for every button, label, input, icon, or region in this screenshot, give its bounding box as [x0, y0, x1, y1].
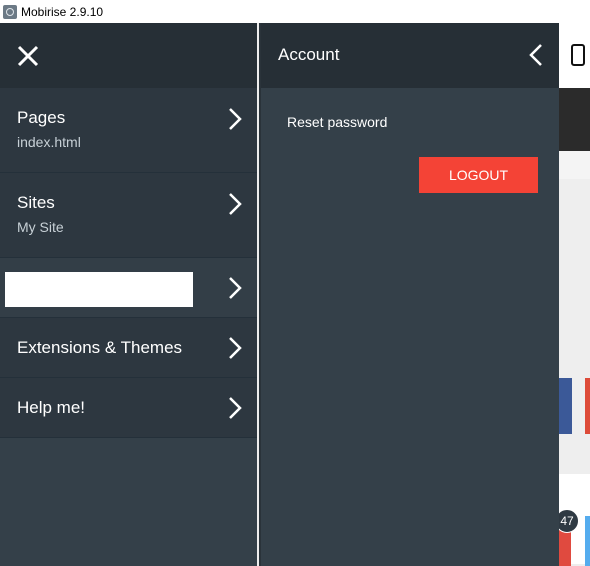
preview-blue-bottom	[585, 516, 590, 566]
menu-header	[0, 23, 257, 88]
menu-item-account[interactable]	[0, 258, 257, 318]
chevron-left-icon[interactable]	[528, 42, 544, 68]
preview-light-band	[557, 151, 590, 179]
chevron-right-icon	[229, 277, 242, 299]
menu-item-sub: My Site	[17, 219, 64, 235]
menu-item-pages[interactable]: Pages index.html	[0, 88, 257, 173]
menu-item-label: Sites	[17, 193, 55, 212]
main-menu-panel: Pages index.html Sites My Site Extension…	[0, 23, 257, 566]
menu-item-label: Pages	[17, 108, 66, 127]
account-header: Account	[261, 23, 559, 88]
account-title: Account	[278, 45, 340, 64]
chevron-right-icon	[229, 337, 242, 359]
chevron-right-icon	[229, 397, 242, 419]
menu-item-sites[interactable]: Sites My Site	[0, 173, 257, 258]
logout-button[interactable]: LOGOUT	[419, 157, 538, 193]
account-panel: Account Reset password LOGOUT	[259, 23, 559, 566]
menu-item-extensions[interactable]: Extensions & Themes	[0, 318, 257, 378]
menu-item-help[interactable]: Help me!	[0, 378, 257, 438]
chevron-right-icon	[229, 108, 242, 130]
menu-item-label: Help me!	[17, 398, 86, 417]
window-titlebar: Mobirise 2.9.10	[0, 0, 590, 23]
preview-header-band	[557, 88, 590, 151]
app-icon	[3, 4, 17, 19]
close-icon[interactable]	[15, 43, 41, 69]
menu-item-sub: index.html	[17, 134, 81, 150]
menu-item-label: Extensions & Themes	[17, 338, 183, 357]
chevron-right-icon	[229, 193, 242, 215]
mobile-phone-icon[interactable]	[571, 44, 585, 66]
facebook-block	[557, 378, 572, 434]
reset-password-link[interactable]: Reset password	[287, 114, 387, 130]
account-name-field	[5, 272, 193, 307]
preview-peek: 47	[555, 23, 590, 566]
google-block	[585, 378, 590, 434]
window-title: Mobirise 2.9.10	[21, 4, 104, 19]
